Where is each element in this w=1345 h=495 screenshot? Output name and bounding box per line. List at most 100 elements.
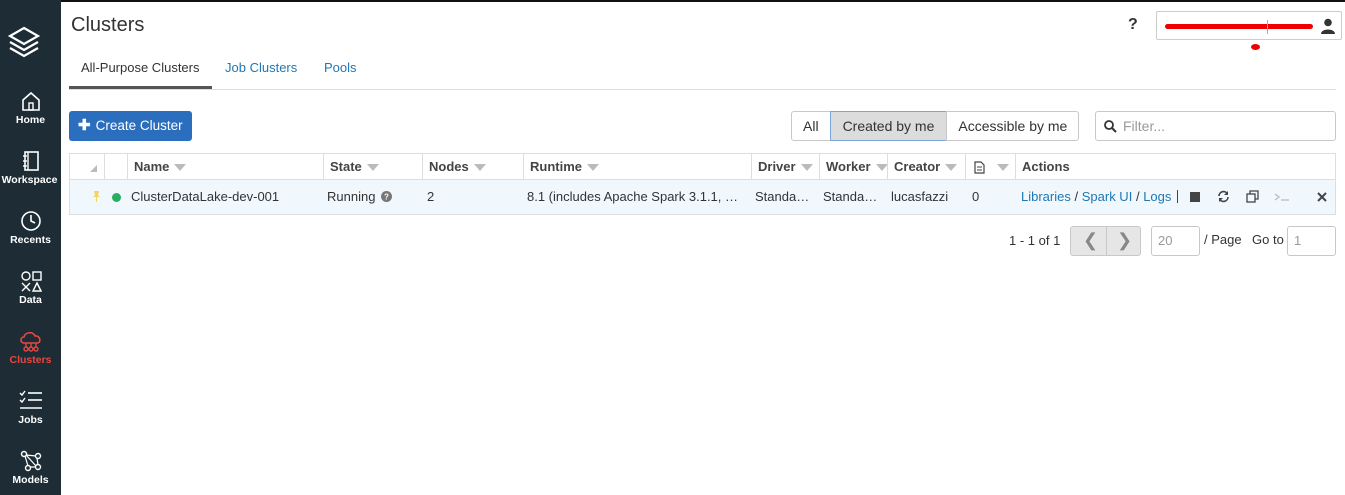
cluster-state: Running ?	[321, 180, 420, 214]
sort-icon	[800, 164, 813, 172]
sidebar-item-data[interactable]: Data	[0, 270, 61, 326]
sidebar-item-workspace[interactable]: Workspace	[0, 150, 61, 206]
active-tab-indicator	[69, 86, 212, 89]
column-label: Driver	[758, 159, 796, 174]
sidebar-item-label: Clusters	[9, 354, 52, 366]
logs-link[interactable]: Logs	[1143, 189, 1171, 204]
clock-icon	[20, 211, 41, 231]
question-circle-icon[interactable]: ?	[381, 191, 393, 202]
user-menu[interactable]	[1156, 11, 1342, 40]
cluster-runtime: 8.1 (includes Apache Spark 3.1.1, Scala …	[527, 189, 745, 204]
checklist-icon	[19, 390, 42, 409]
tab-all-purpose-clusters[interactable]: All-Purpose Clusters	[81, 60, 200, 75]
restart-icon[interactable]	[1217, 190, 1230, 203]
column-header-driver[interactable]: Driver	[751, 154, 819, 180]
terminal-icon	[1274, 193, 1289, 201]
cluster-tabs: All-Purpose Clusters Job Clusters Pools	[69, 54, 1336, 90]
cluster-nodes: 2	[427, 189, 435, 204]
pin-icon[interactable]	[92, 191, 101, 203]
column-header-worker[interactable]: Worker	[819, 154, 887, 180]
page-size-input[interactable]: 20	[1151, 226, 1200, 256]
notebook-icon	[974, 161, 985, 174]
pin-column-header[interactable]	[70, 154, 104, 180]
sidebar-item-label: Workspace	[1, 174, 58, 186]
sidebar-item-label: Home	[15, 114, 46, 126]
sidebar-item-recents[interactable]: Recents	[0, 210, 61, 266]
clusters-table: Name State Nodes Runtime Driver Worker C…	[69, 153, 1336, 215]
tab-pools[interactable]: Pools	[324, 60, 357, 75]
cluster-worker: Standard_DS3_v2	[823, 189, 881, 204]
filter-input[interactable]	[1123, 116, 1323, 136]
running-status-dot	[112, 193, 121, 202]
delete-icon[interactable]	[1317, 192, 1327, 202]
filter-all-button[interactable]: All	[791, 111, 831, 141]
libraries-link[interactable]: Libraries	[1021, 189, 1071, 204]
sidebar-item-label: Data	[19, 294, 42, 306]
redaction-mark	[1251, 44, 1260, 50]
data-icon	[20, 271, 42, 292]
goto-page-input[interactable]: 1	[1287, 226, 1336, 256]
sidebar-item-models[interactable]: Models	[0, 450, 61, 495]
column-header-notebooks[interactable]	[965, 154, 1015, 180]
sort-icon	[587, 164, 599, 172]
column-header-nodes[interactable]: Nodes	[422, 154, 523, 180]
create-cluster-label: Create Cluster	[95, 118, 183, 133]
ownership-filter: All Created by me Accessible by me	[791, 111, 1080, 141]
redacted-username	[1165, 24, 1313, 29]
spark-ui-link[interactable]: Spark UI	[1082, 189, 1133, 204]
top-border	[0, 0, 1345, 2]
filter-field[interactable]	[1095, 111, 1336, 141]
create-cluster-button[interactable]: ✚ Create Cluster	[69, 111, 192, 141]
models-icon	[20, 450, 41, 472]
sort-icon	[90, 164, 97, 172]
divider	[1267, 20, 1268, 34]
sort-icon	[473, 164, 486, 172]
page-title: Clusters	[71, 14, 145, 36]
goto-label: Go to	[1252, 232, 1284, 247]
help-icon[interactable]: ?	[1128, 16, 1138, 34]
column-header-name[interactable]: Name	[127, 154, 323, 180]
clone-icon[interactable]	[1246, 190, 1259, 203]
workspace-icon	[22, 151, 39, 171]
prev-page-button[interactable]: ❮	[1083, 230, 1098, 251]
sidebar-item-jobs[interactable]: Jobs	[0, 390, 61, 446]
sidebar-item-clusters[interactable]: Clusters	[0, 330, 61, 386]
home-icon	[21, 91, 40, 111]
sidebar-item-label: Jobs	[18, 414, 43, 426]
cluster-driver: Standard_DS3_v2	[755, 189, 813, 204]
databricks-logo[interactable]	[7, 25, 41, 59]
link-separator: /	[1135, 189, 1140, 204]
table-row[interactable]: ClusterDataLake-dev-001 Running ? 2 8.1 …	[70, 180, 1335, 214]
next-page-button[interactable]: ❯	[1117, 230, 1132, 251]
filter-created-by-me-button[interactable]: Created by me	[829, 111, 948, 141]
sidebar-item-label: Recents	[10, 234, 51, 246]
sidebar-item-home[interactable]: Home	[0, 90, 61, 146]
tab-job-clusters[interactable]: Job Clusters	[225, 60, 297, 75]
column-header-creator[interactable]: Creator	[887, 154, 965, 180]
column-label: Name	[134, 159, 170, 174]
cluster-action-links: Libraries / Spark UI / Logs	[1014, 180, 1204, 214]
column-label: Runtime	[530, 159, 582, 174]
cluster-name[interactable]: ClusterDataLake-dev-001	[125, 180, 321, 214]
divider	[1106, 227, 1107, 255]
search-icon	[1104, 120, 1117, 133]
cluster-notebooks: 0	[972, 189, 980, 204]
sort-icon	[174, 164, 187, 172]
sidebar: Home Workspace Recents Data Clusters Job…	[0, 0, 61, 495]
column-label: Actions	[1022, 159, 1070, 174]
filter-accessible-by-me-button[interactable]: Accessible by me	[946, 111, 1080, 141]
user-icon	[1321, 18, 1335, 34]
svg-text:?: ?	[384, 193, 389, 202]
status-column-header	[104, 154, 127, 180]
sidebar-item-label: Models	[12, 474, 49, 486]
pagination-buttons: ❮ ❯	[1070, 226, 1141, 256]
cloud-icon	[19, 331, 41, 352]
plus-icon: ✚	[78, 117, 91, 134]
column-header-state[interactable]: State	[323, 154, 422, 180]
column-label: Nodes	[429, 159, 469, 174]
column-header-runtime[interactable]: Runtime	[523, 154, 751, 180]
per-page-label: / Page	[1204, 232, 1242, 247]
sort-icon	[997, 164, 1009, 172]
pagination-range: 1 - 1 of 1	[1009, 233, 1061, 248]
stop-icon[interactable]	[1190, 192, 1200, 202]
